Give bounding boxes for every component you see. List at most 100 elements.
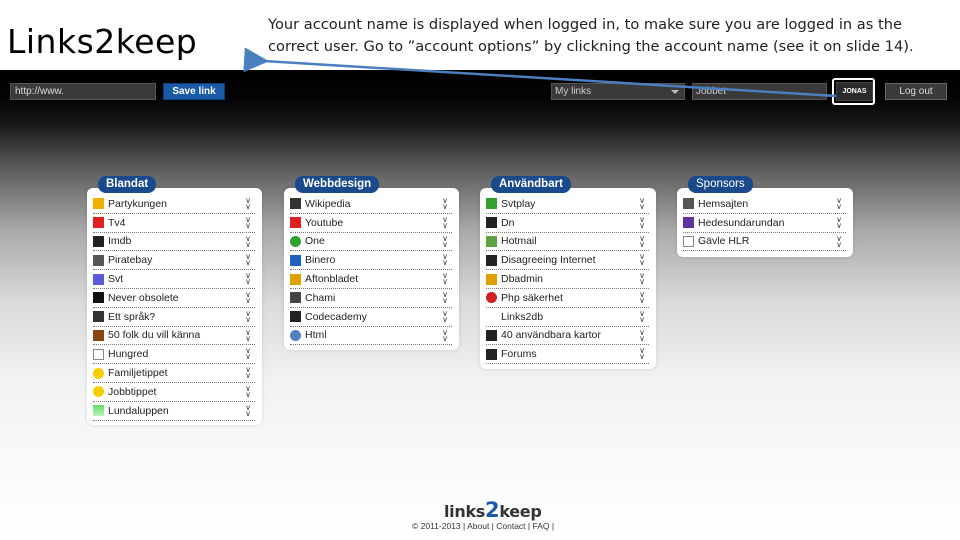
blank-page-icon — [683, 235, 694, 247]
double-chevron-down-icon[interactable]: ∨ ∨ — [639, 234, 645, 248]
gradient-square-icon — [93, 405, 104, 417]
mail-icon — [486, 235, 497, 247]
panel-webbdesign: Webbdesign Wikipedia ∨ ∨ Youtube ∨ ∨ One ∨ ∨ Bine… — [284, 176, 459, 350]
double-chevron-down-icon[interactable]: ∨ ∨ — [836, 215, 842, 229]
link-item[interactable]: Jobbtippet ∨ ∨ — [93, 383, 255, 402]
link-item[interactable]: Html ∨ ∨ — [290, 327, 452, 346]
link-label: Gävle HLR — [698, 235, 750, 248]
panel-title: Sponsors — [688, 176, 753, 193]
double-chevron-down-icon[interactable]: ∨ ∨ — [245, 384, 251, 398]
double-chevron-down-icon[interactable]: ∨ ∨ — [639, 309, 645, 323]
one-icon — [290, 235, 301, 247]
link-item[interactable]: Ett språk? ∨ ∨ — [93, 308, 255, 327]
double-chevron-down-icon[interactable]: ∨ ∨ — [245, 290, 251, 304]
link-item[interactable]: 50 folk du vill känna ∨ ∨ — [93, 327, 255, 346]
double-chevron-down-icon[interactable]: ∨ ∨ — [442, 197, 448, 211]
double-chevron-down-icon[interactable]: ∨ ∨ — [639, 347, 645, 361]
link-label: Piratebay — [108, 254, 153, 267]
wiki-icon — [93, 311, 104, 323]
double-chevron-down-icon[interactable]: ∨ ∨ — [836, 197, 842, 211]
footer-logo[interactable]: links2keep — [444, 498, 542, 522]
link-item[interactable]: Hemsajten ∨ ∨ — [683, 195, 846, 214]
binero-icon — [290, 254, 301, 266]
logo-text-keep: keep — [499, 502, 542, 521]
double-chevron-down-icon[interactable]: ∨ ∨ — [639, 272, 645, 286]
link-item[interactable]: Youtube ∨ ∨ — [290, 214, 452, 233]
link-item[interactable]: Gävle HLR ∨ ∨ — [683, 233, 846, 252]
double-chevron-down-icon[interactable]: ∨ ∨ — [245, 347, 251, 361]
link-item[interactable]: Hungred ∨ ∨ — [93, 345, 255, 365]
link-item[interactable]: Forums ∨ ∨ — [486, 345, 649, 365]
check-icon — [486, 348, 497, 360]
link-item[interactable]: Piratebay ∨ ∨ — [93, 251, 255, 271]
link-item[interactable]: 40 användbara kartor ∨ ∨ — [486, 327, 649, 346]
double-chevron-down-icon[interactable]: ∨ ∨ — [442, 290, 448, 304]
double-chevron-down-icon[interactable]: ∨ ∨ — [245, 309, 251, 323]
link-item[interactable]: Tv4 ∨ ∨ — [93, 214, 255, 233]
double-chevron-down-icon[interactable]: ∨ ∨ — [245, 253, 251, 267]
save-link-button[interactable]: Save link — [163, 83, 225, 100]
double-chevron-down-icon[interactable]: ∨ ∨ — [245, 328, 251, 342]
link-item[interactable]: Php säkerhet ∨ ∨ — [486, 289, 649, 308]
link-item[interactable]: Svtplay ∨ ∨ — [486, 195, 649, 214]
double-chevron-down-icon[interactable]: ∨ ∨ — [639, 215, 645, 229]
my-links-select[interactable]: My links — [551, 83, 685, 100]
double-chevron-down-icon[interactable]: ∨ ∨ — [442, 272, 448, 286]
double-chevron-down-icon[interactable]: ∨ ∨ — [245, 272, 251, 286]
pen-icon — [683, 217, 694, 229]
double-chevron-down-icon[interactable]: ∨ ∨ — [836, 234, 842, 248]
url-input[interactable]: http://www. — [10, 83, 156, 100]
link-label: Youtube — [305, 216, 344, 229]
link-item[interactable]: Wikipedia ∨ ∨ — [290, 195, 452, 214]
link-item[interactable]: Codecademy ∨ ∨ — [290, 308, 452, 327]
link-item[interactable]: Imdb ∨ ∨ — [93, 233, 255, 252]
chami-icon — [290, 292, 301, 304]
double-chevron-down-icon[interactable]: ∨ ∨ — [245, 197, 251, 211]
link-item[interactable]: Partykungen ∨ ∨ — [93, 195, 255, 214]
flower-icon — [93, 273, 104, 285]
link-item[interactable]: Never obsolete ∨ ∨ — [93, 289, 255, 308]
link-label: Partykungen — [108, 197, 167, 210]
link-item[interactable]: Hedesundarundan ∨ ∨ — [683, 214, 846, 233]
dn-icon — [486, 217, 497, 229]
double-chevron-down-icon[interactable]: ∨ ∨ — [639, 290, 645, 304]
category-select[interactable]: Jobbet — [692, 83, 827, 100]
link-label: Dn — [501, 216, 515, 229]
link-item[interactable]: Links2db ∨ ∨ — [486, 308, 649, 327]
footer-links: © 2011-2013 | About | Contact | FAQ | — [412, 521, 555, 531]
double-chevron-down-icon[interactable]: ∨ ∨ — [245, 366, 251, 380]
double-chevron-down-icon[interactable]: ∨ ∨ — [245, 215, 251, 229]
link-item[interactable]: Dbadmin ∨ ∨ — [486, 270, 649, 289]
double-chevron-down-icon[interactable]: ∨ ∨ — [639, 328, 645, 342]
red-ball-icon — [486, 292, 497, 304]
link-label: Lundaluppen — [108, 404, 169, 417]
link-item[interactable]: Disagreeing Internet ∨ ∨ — [486, 251, 649, 271]
double-chevron-down-icon[interactable]: ∨ ∨ — [442, 309, 448, 323]
link-item[interactable]: Aftonbladet ∨ ∨ — [290, 270, 452, 289]
link-item[interactable]: One ∨ ∨ — [290, 233, 452, 252]
link-label: Tv4 — [108, 216, 126, 229]
double-chevron-down-icon[interactable]: ∨ ∨ — [639, 253, 645, 267]
link-label: Wikipedia — [305, 197, 351, 210]
codecademy-icon — [290, 311, 301, 323]
logout-button[interactable]: Log out — [885, 83, 947, 100]
link-label: Hedesundarundan — [698, 216, 785, 229]
double-chevron-down-icon[interactable]: ∨ ∨ — [442, 328, 448, 342]
link-item[interactable]: Chami ∨ ∨ — [290, 289, 452, 308]
link-item[interactable]: Svt ∨ ∨ — [93, 270, 255, 289]
double-chevron-down-icon[interactable]: ∨ ∨ — [442, 234, 448, 248]
double-chevron-down-icon[interactable]: ∨ ∨ — [442, 215, 448, 229]
panel-title: Blandat — [98, 176, 157, 193]
double-chevron-down-icon[interactable]: ∨ ∨ — [245, 403, 251, 417]
double-chevron-down-icon[interactable]: ∨ ∨ — [245, 234, 251, 248]
link-item[interactable]: Hotmail ∨ ∨ — [486, 233, 649, 252]
link-item[interactable]: Familjetippet ∨ ∨ — [93, 364, 255, 383]
link-item[interactable]: Binero ∨ ∨ — [290, 251, 452, 271]
link-label: Hotmail — [501, 235, 537, 248]
link-label: Never obsolete — [108, 291, 179, 304]
link-label: Aftonbladet — [305, 273, 359, 286]
link-item[interactable]: Lundaluppen ∨ ∨ — [93, 402, 255, 421]
double-chevron-down-icon[interactable]: ∨ ∨ — [442, 253, 448, 267]
double-chevron-down-icon[interactable]: ∨ ∨ — [639, 197, 645, 211]
link-item[interactable]: Dn ∨ ∨ — [486, 214, 649, 233]
